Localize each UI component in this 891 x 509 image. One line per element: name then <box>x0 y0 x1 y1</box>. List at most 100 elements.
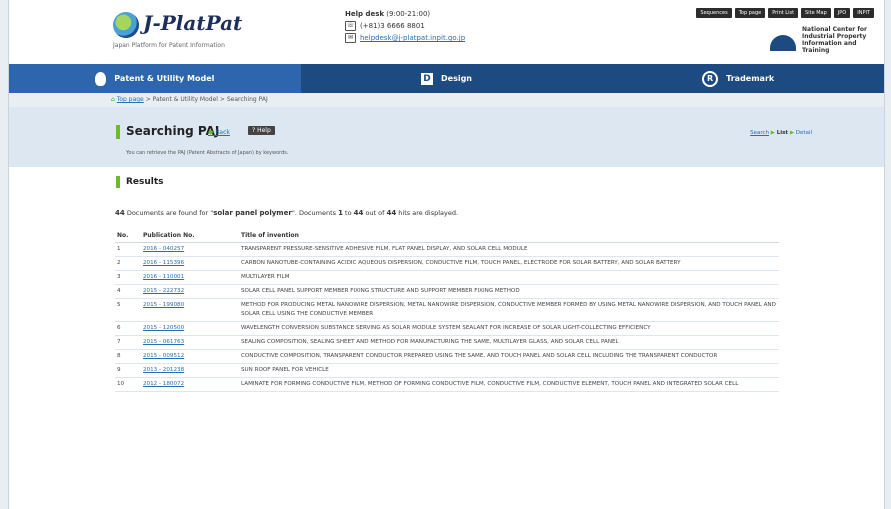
helpdesk: Help desk (9:00-21:00) ☏ (+81)3 6666 8801… <box>345 8 465 44</box>
search-header: Searching PAJ ◆ Back ? Help You can retr… <box>9 107 884 167</box>
breadcrumb-separator: > <box>219 96 225 103</box>
back-label: Back <box>215 129 230 136</box>
inpit-name: National Center for Industrial Property … <box>802 26 868 54</box>
publication-link[interactable]: 2016 - 110001 <box>143 274 184 280</box>
table-row: 1 2016 - 040257 TRANSPARENT PRESSURE-SENSI… <box>115 242 779 257</box>
row-title: LAMINATE FOR FORMING CONDUCTIVE FILM, ME… <box>239 377 779 392</box>
top-button-top-page[interactable]: Top page <box>734 8 766 18</box>
step-arrow-icon: ▶ <box>770 130 776 136</box>
top-button-print-list[interactable]: Print List <box>768 8 799 18</box>
main-nav: Patent & Utility Model D Design R Tradem… <box>9 64 884 93</box>
top-button-site-map[interactable]: Site Map <box>801 8 831 18</box>
site-logo[interactable]: J-PlatPat Japan Platform for Patent Info… <box>113 11 243 49</box>
publication-link[interactable]: 2015 - 199080 <box>143 302 184 308</box>
step-detail: Detail <box>795 130 812 136</box>
home-icon: ⌂ <box>111 96 115 103</box>
table-header-row: No. Publication No. Title of invention <box>115 229 779 243</box>
publication-link[interactable]: 2015 - 222732 <box>143 288 184 294</box>
back-arrow-icon: ◆ <box>208 128 214 136</box>
inpit-mark-icon <box>770 29 796 51</box>
site-header: J-PlatPat Japan Platform for Patent Info… <box>9 0 884 64</box>
publication-link[interactable]: 2013 - 201238 <box>143 367 184 373</box>
back-link[interactable]: ◆ Back <box>208 128 230 136</box>
top-button-inpit[interactable]: INPIT <box>853 8 874 18</box>
publication-link[interactable]: 2012 - 180072 <box>143 381 184 387</box>
top-button-sequences[interactable]: Sequences <box>696 8 732 18</box>
breadcrumb-patent: Patent & Utility Model <box>152 96 218 103</box>
summary-text: hits are displayed. <box>396 209 459 217</box>
top-buttons: Sequences Top page Print List Site Map J… <box>696 8 874 18</box>
step-arrow-icon: ▶ <box>789 130 795 136</box>
col-header-no: No. <box>115 229 141 243</box>
section-marker <box>116 176 120 188</box>
summary-text: to <box>342 209 354 217</box>
table-row: 2 2016 - 115396 CARBON NANOTUBE-CONTAINING… <box>115 256 779 271</box>
results-table: No. Publication No. Title of invention 1… <box>115 229 779 392</box>
tab-design[interactable]: D Design <box>301 64 593 93</box>
helpdesk-phone: (+81)3 6666 8801 <box>360 22 425 30</box>
row-title: CARBON NANOTUBE-CONTAINING ACIDIC AQUEOU… <box>239 256 779 271</box>
table-row: 3 2016 - 110001 MULTILAYER FILM <box>115 270 779 285</box>
breadcrumb-current: Searching PAJ <box>226 96 268 103</box>
logo-text: J-PlatPat <box>143 11 243 35</box>
publication-link[interactable]: 2016 - 040257 <box>143 246 184 252</box>
row-title: WAVELENGTH CONVERSION SUBSTANCE SERVING … <box>239 321 779 336</box>
top-button-jpo[interactable]: JPO <box>833 8 851 18</box>
results-heading: Results <box>116 176 164 188</box>
tab-trademark[interactable]: R Trademark <box>592 64 884 93</box>
table-row: 6 2015 - 120500 WAVELENGTH CONVERSION SUBS… <box>115 321 779 336</box>
row-title: SUN ROOF PANEL FOR VEHICLE <box>239 363 779 378</box>
row-number: 9 <box>115 363 141 378</box>
row-title: MULTILAYER FILM <box>239 270 779 285</box>
row-number: 5 <box>115 298 141 322</box>
summary-text: out of <box>363 209 387 217</box>
helpdesk-title: Help desk <box>345 10 385 18</box>
tab-label: Design <box>441 74 472 83</box>
tab-patent-utility-model[interactable]: Patent & Utility Model <box>9 64 301 93</box>
step-list: List <box>776 130 789 136</box>
section-marker <box>116 125 120 139</box>
search-description: You can retrieve the PAJ (Patent Abstrac… <box>126 150 289 156</box>
row-number: 6 <box>115 321 141 336</box>
page-title: Searching PAJ <box>126 124 220 138</box>
row-title: CONDUCTIVE COMPOSITION, TRANSPARENT COND… <box>239 349 779 364</box>
row-number: 10 <box>115 377 141 392</box>
step-indicator: Search ▶ List ▶ Detail <box>750 130 812 136</box>
breadcrumb-separator: > <box>145 96 151 103</box>
table-row: 7 2015 - 061763 SEALING COMPOSITION, SEALI… <box>115 335 779 350</box>
inpit-logo[interactable]: National Center for Industrial Property … <box>770 26 872 54</box>
row-number: 3 <box>115 270 141 285</box>
helpdesk-hours: (9:00-21:00) <box>386 10 431 18</box>
bulb-icon <box>95 71 107 86</box>
row-title: METHOD FOR PRODUCING METAL NANOWIRE DISP… <box>239 298 779 322</box>
table-row: 10 2012 - 180072 LAMINATE FOR FORMING COND… <box>115 377 779 392</box>
help-button[interactable]: ? Help <box>248 126 275 135</box>
col-header-publication: Publication No. <box>141 229 239 243</box>
tab-label: Patent & Utility Model <box>114 74 215 83</box>
publication-link[interactable]: 2016 - 115396 <box>143 260 184 266</box>
helpdesk-email-link[interactable]: helpdesk@j-platpat.inpit.go.jp <box>360 32 465 44</box>
step-search[interactable]: Search <box>750 130 769 136</box>
query-text: solar panel polymer <box>213 209 292 217</box>
logo-mark-icon <box>113 12 139 38</box>
results-title: Results <box>126 177 164 187</box>
trademark-icon: R <box>702 70 719 87</box>
result-count: 44 <box>115 209 125 217</box>
logo-subtitle: Japan Platform for Patent Information <box>113 42 225 49</box>
tab-label: Trademark <box>726 74 775 83</box>
row-number: 8 <box>115 349 141 364</box>
help-label: Help <box>257 127 271 134</box>
phone-icon: ☏ <box>345 21 356 31</box>
summary-text: Documents are found for <box>124 209 211 217</box>
publication-link[interactable]: 2015 - 009512 <box>143 353 184 359</box>
publication-link[interactable]: 2015 - 061763 <box>143 339 184 345</box>
row-title: SEALING COMPOSITION, SEALING SHEET AND M… <box>239 335 779 350</box>
summary-text: . Documents <box>294 209 339 217</box>
table-row: 5 2015 - 199080 METHOD FOR PRODUCING METAL… <box>115 298 779 322</box>
breadcrumb-top-page[interactable]: Top page <box>117 96 144 103</box>
range-to: 44 <box>353 209 364 217</box>
row-number: 7 <box>115 335 141 350</box>
row-number: 2 <box>115 256 141 271</box>
table-row: 9 2013 - 201238 SUN ROOF PANEL FOR VEHICLE <box>115 363 779 378</box>
publication-link[interactable]: 2015 - 120500 <box>143 325 184 331</box>
